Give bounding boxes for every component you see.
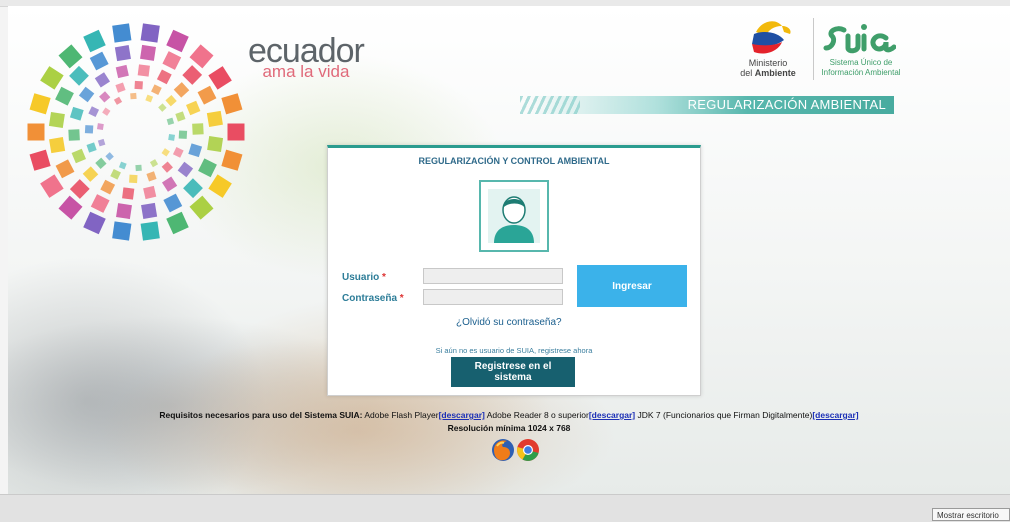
- password-label-text: Contraseña: [342, 293, 398, 304]
- download-flash-link[interactable]: [descargar]: [439, 410, 485, 420]
- taskbar: [0, 494, 1010, 522]
- banner-text: REGULARIZACIÓN AMBIENTAL: [687, 97, 886, 112]
- username-label-text: Usuario: [342, 272, 380, 283]
- supported-browsers: [491, 438, 541, 462]
- login-title: REGULARIZACIÓN Y CONTROL AMBIENTAL: [418, 156, 610, 166]
- login-button[interactable]: Ingresar: [577, 265, 687, 307]
- ecuador-rosette-logo: [27, 23, 245, 241]
- register-note: Si aún no es usuario de SUIA, registrese…: [435, 346, 593, 355]
- login-panel: REGULARIZACIÓN Y CONTROL AMBIENTAL Usuar…: [327, 145, 701, 396]
- suia-line1: Sistema Único de: [829, 58, 893, 67]
- login-page: ecuador ama la vida Ministerio del Ambie…: [8, 6, 1010, 494]
- req-reader: Adobe Reader 8 o superior: [484, 410, 589, 420]
- register-button[interactable]: Registrese en el sistema: [451, 357, 575, 387]
- brand-subtitle: ama la vida: [262, 62, 350, 81]
- download-reader-link[interactable]: [descargar]: [589, 410, 635, 420]
- username-required-mark: *: [382, 272, 386, 283]
- requirements-intro: Requisitos necesarios para uso del Siste…: [159, 410, 363, 420]
- req-jdk: JDK 7 (Funcionarios que Firman Digitalme…: [635, 410, 813, 420]
- ministry-name: Ministerio del Ambiente: [728, 58, 808, 78]
- suia-name: Sistema Único de Información Ambiental: [816, 58, 906, 78]
- download-jdk-link[interactable]: [descargar]: [812, 410, 858, 420]
- minimum-resolution: Resolución mínima 1024 x 768: [447, 423, 571, 433]
- forgot-password-link[interactable]: ¿Olvidó su contraseña?: [456, 317, 562, 328]
- password-input[interactable]: [423, 289, 563, 305]
- user-avatar-icon: [488, 189, 540, 243]
- system-requirements: Requisitos necesarios para uso del Siste…: [8, 410, 1010, 420]
- suia-line2: Información Ambiental: [821, 68, 901, 77]
- password-required-mark: *: [399, 293, 404, 304]
- suia-logo: [823, 24, 896, 54]
- ecuador-brand: ecuador ama la vida: [248, 34, 365, 81]
- user-avatar-frame: [479, 180, 549, 252]
- show-desktop-button[interactable]: Mostrar escritorio: [932, 508, 1010, 521]
- ministry-bird-logo: [752, 21, 791, 54]
- username-label: Usuario *: [342, 272, 386, 283]
- req-flash: Adobe Flash Player: [362, 410, 439, 420]
- ministry-line2-bold: Ambiente: [754, 68, 796, 78]
- logo-divider: [813, 18, 814, 80]
- ministry-line2: del Ambiente: [728, 68, 808, 78]
- username-input[interactable]: [423, 268, 563, 284]
- regularizacion-banner: REGULARIZACIÓN AMBIENTAL: [528, 96, 894, 114]
- chrome-icon[interactable]: [516, 438, 540, 462]
- password-label: Contraseña *: [342, 293, 404, 304]
- ministry-line1: Ministerio: [748, 58, 788, 68]
- firefox-icon[interactable]: [491, 438, 515, 462]
- ministry-line2-prefix: del: [740, 68, 755, 78]
